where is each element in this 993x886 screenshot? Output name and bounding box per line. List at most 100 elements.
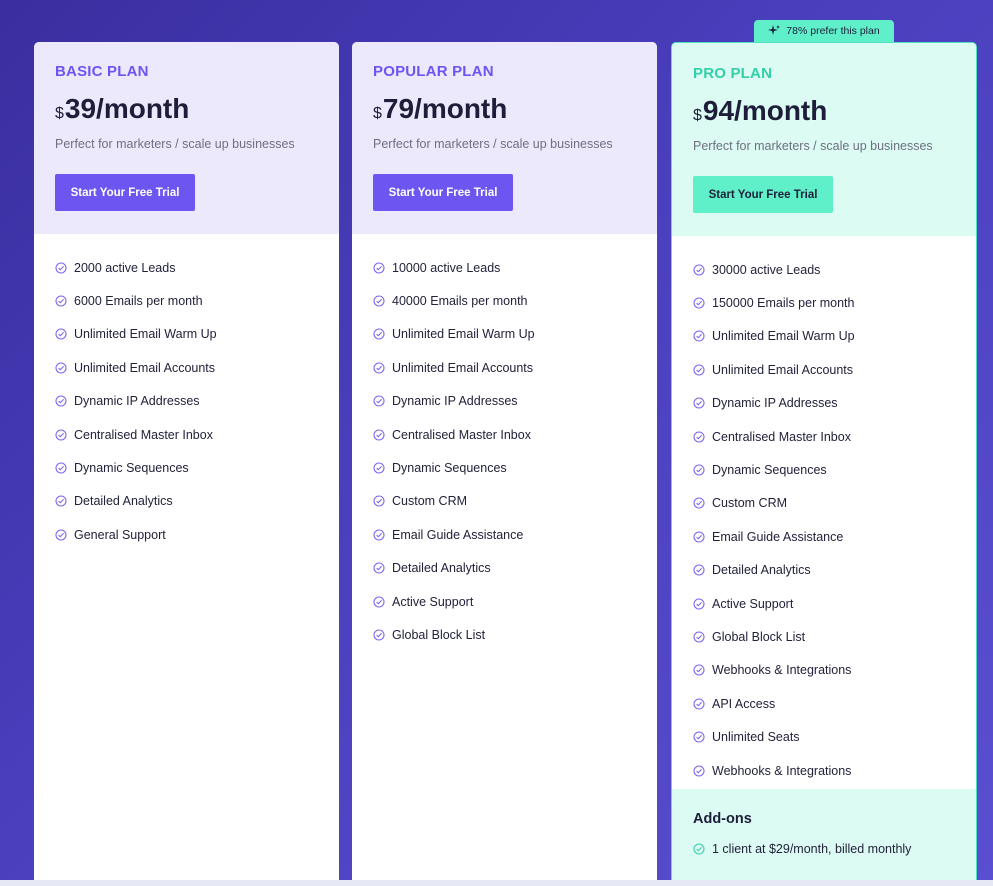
feature-item: Dynamic Sequences xyxy=(693,453,976,486)
feature-label: Custom CRM xyxy=(712,496,788,511)
feature-label: Unlimited Email Accounts xyxy=(74,360,216,375)
check-circle-icon xyxy=(373,462,385,474)
feature-label: Unlimited Email Warm Up xyxy=(712,329,855,344)
feature-label: API Access xyxy=(712,696,776,711)
feature-label: Unlimited Email Warm Up xyxy=(392,327,535,342)
feature-label: General Support xyxy=(74,527,166,542)
feature-label: Dynamic Sequences xyxy=(74,461,189,476)
check-circle-icon xyxy=(693,397,705,409)
feature-list: 30000 active Leads 150000 Emails per mont… xyxy=(672,236,976,787)
check-circle-icon xyxy=(55,429,67,441)
feature-label: Email Guide Assistance xyxy=(712,529,844,544)
start-free-trial-button[interactable]: Start Your Free Trial xyxy=(693,176,833,213)
badge-text: 78% prefer this plan xyxy=(786,25,880,37)
feature-label: Centralised Master Inbox xyxy=(74,427,213,442)
check-circle-icon xyxy=(693,264,705,276)
check-circle-icon xyxy=(693,531,705,543)
feature-label: Global Block List xyxy=(712,629,806,644)
feature-item: Unlimited Email Warm Up xyxy=(55,318,339,351)
check-circle-icon xyxy=(693,297,705,309)
addon-item: 1 client at $29/month, billed monthly xyxy=(693,842,955,856)
feature-item: Dynamic IP Addresses xyxy=(693,387,976,420)
check-circle-icon xyxy=(373,395,385,407)
pricing-card-pro: PRO PLAN $ 94/month Perfect for marketer… xyxy=(671,42,977,886)
feature-item: Dynamic IP Addresses xyxy=(373,385,657,418)
check-circle-icon xyxy=(693,664,705,676)
feature-item: Unlimited Seats xyxy=(693,720,976,753)
plan-name: PRO PLAN xyxy=(693,65,773,82)
currency-symbol: $ xyxy=(693,107,702,124)
feature-label: Dynamic IP Addresses xyxy=(392,394,518,409)
feature-label: Unlimited Email Accounts xyxy=(392,360,534,375)
check-circle-icon xyxy=(373,262,385,274)
check-circle-icon xyxy=(693,698,705,710)
feature-item: 10000 active Leads xyxy=(373,251,657,284)
addons-section: Add-ons 1 client at $29/month, billed mo… xyxy=(672,789,976,886)
feature-list: 10000 active Leads 40000 Emails per month… xyxy=(352,234,657,652)
check-circle-icon xyxy=(693,598,705,610)
plan-price: $ 94/month xyxy=(693,95,955,131)
plan-name: POPULAR PLAN xyxy=(373,63,494,80)
price-amount: 39/month xyxy=(64,93,190,124)
feature-label: 10000 active Leads xyxy=(392,260,501,275)
feature-label: Dynamic Sequences xyxy=(392,461,507,476)
feature-item: 6000 Emails per month xyxy=(55,284,339,317)
feature-label: Unlimited Email Accounts xyxy=(712,362,854,377)
feature-list: 2000 active Leads 6000 Emails per month Un… xyxy=(34,234,339,552)
plan-popularity-badge: 78% prefer this plan xyxy=(754,20,894,42)
feature-label: 150000 Emails per month xyxy=(712,296,855,311)
check-circle-icon xyxy=(693,497,705,509)
price-amount: 79/month xyxy=(382,93,508,124)
feature-label: 6000 Emails per month xyxy=(74,294,203,309)
feature-label: Dynamic Sequences xyxy=(712,463,827,478)
check-circle-icon xyxy=(373,495,385,507)
check-circle-icon xyxy=(693,431,705,443)
feature-label: Centralised Master Inbox xyxy=(392,427,531,442)
feature-label: 30000 active Leads xyxy=(712,262,821,277)
feature-item: Unlimited Email Accounts xyxy=(55,351,339,384)
feature-label: Webhooks & Integrations xyxy=(712,663,852,678)
feature-label: Global Block List xyxy=(392,627,486,642)
feature-item: Custom CRM xyxy=(373,485,657,518)
feature-item: Global Block List xyxy=(693,620,976,653)
check-circle-icon xyxy=(373,362,385,374)
feature-label: Active Support xyxy=(712,596,794,611)
plan-description: Perfect for marketers / scale up busines… xyxy=(55,137,295,151)
feature-label: Unlimited Seats xyxy=(712,730,800,745)
check-circle-icon xyxy=(55,262,67,274)
pricing-card-popular: POPULAR PLAN $ 79/month Perfect for mark… xyxy=(352,42,657,886)
feature-item: Unlimited Email Warm Up xyxy=(693,320,976,353)
feature-item: General Support xyxy=(55,518,339,551)
check-circle-icon xyxy=(693,464,705,476)
currency-symbol: $ xyxy=(55,105,64,122)
check-circle-icon xyxy=(373,429,385,441)
check-circle-icon xyxy=(693,564,705,576)
feature-item: Detailed Analytics xyxy=(55,485,339,518)
feature-label: Detailed Analytics xyxy=(712,563,811,578)
check-circle-icon xyxy=(55,495,67,507)
start-free-trial-button[interactable]: Start Your Free Trial xyxy=(55,174,195,211)
feature-item: Dynamic IP Addresses xyxy=(55,385,339,418)
feature-label: Unlimited Email Warm Up xyxy=(74,327,217,342)
feature-item: Email Guide Assistance xyxy=(373,518,657,551)
feature-item: API Access xyxy=(693,687,976,720)
feature-item: Active Support xyxy=(693,587,976,620)
feature-item: 30000 active Leads xyxy=(693,253,976,286)
feature-label: 2000 active Leads xyxy=(74,260,176,275)
feature-label: Centralised Master Inbox xyxy=(712,429,851,444)
price-amount: 94/month xyxy=(702,95,828,126)
check-circle-icon xyxy=(55,395,67,407)
feature-item: Dynamic Sequences xyxy=(55,451,339,484)
card-header: BASIC PLAN $ 39/month Perfect for market… xyxy=(34,42,339,234)
check-circle-icon xyxy=(373,629,385,641)
check-circle-icon xyxy=(693,364,705,376)
feature-item: Unlimited Email Accounts xyxy=(693,353,976,386)
card-header: PRO PLAN $ 94/month Perfect for marketer… xyxy=(672,43,976,236)
feature-item: 2000 active Leads xyxy=(55,251,339,284)
check-circle-icon xyxy=(693,631,705,643)
check-circle-icon xyxy=(55,295,67,307)
plan-price: $ 39/month xyxy=(55,93,318,129)
start-free-trial-button[interactable]: Start Your Free Trial xyxy=(373,174,513,211)
feature-item: Centralised Master Inbox xyxy=(373,418,657,451)
pricing-card-basic: BASIC PLAN $ 39/month Perfect for market… xyxy=(34,42,339,886)
